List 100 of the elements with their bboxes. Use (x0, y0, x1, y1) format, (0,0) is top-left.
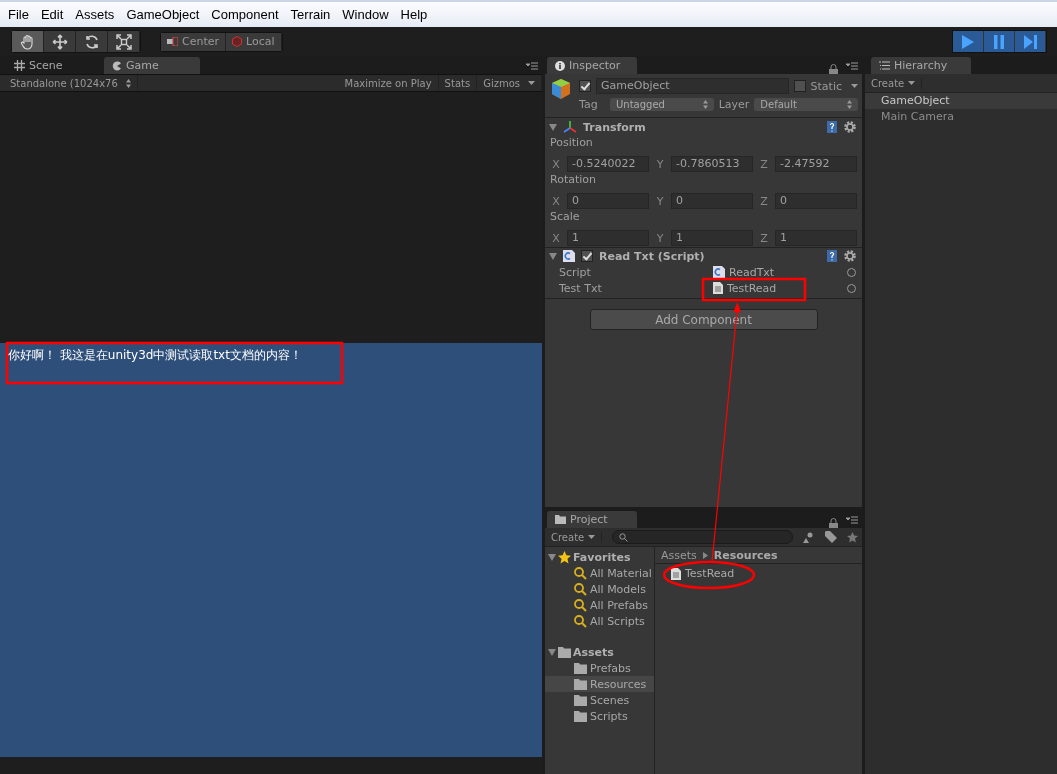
number-field[interactable]: 1 (671, 230, 753, 246)
breadcrumb-arrow-icon (702, 551, 708, 559)
breadcrumb-item[interactable]: Resources (713, 548, 778, 562)
settings-icon[interactable] (844, 121, 856, 133)
axis-label: X (551, 231, 561, 245)
tool-button[interactable] (44, 31, 76, 52)
panel-tab[interactable]: Inspector (547, 57, 637, 74)
filter-type-icon[interactable] (803, 531, 815, 543)
tree-heading[interactable]: Assets (573, 645, 614, 659)
settings-icon[interactable] (844, 250, 856, 262)
game-view-button[interactable]: Stats (438, 75, 478, 91)
static-checkbox[interactable] (793, 80, 806, 92)
create-dropdown[interactable]: Create (551, 531, 603, 543)
playback-button[interactable] (984, 31, 1015, 52)
axes-icon (563, 120, 577, 134)
lock-icon[interactable] (829, 64, 838, 74)
folder-row[interactable]: Prefabs (545, 660, 654, 676)
folder-row[interactable]: Scripts (545, 708, 654, 724)
panel-tab[interactable]: Hierarchy (871, 57, 971, 74)
number-field[interactable]: 0 (775, 193, 857, 209)
panel-tab[interactable]: Project (547, 511, 637, 528)
menu-icon[interactable] (846, 516, 858, 524)
lock-icon[interactable] (829, 518, 838, 528)
menu-item[interactable]: GameObject (120, 7, 206, 22)
tab-label: Scene (29, 59, 63, 72)
playback-button[interactable] (953, 31, 984, 52)
number-field[interactable]: -0.5240022 (567, 156, 649, 172)
layer-dropdown[interactable]: Default (754, 97, 858, 111)
enabled-checkbox[interactable] (581, 250, 593, 262)
menu-item[interactable]: Terrain (284, 7, 337, 22)
tree-heading[interactable]: Favorites (573, 550, 631, 564)
number-field[interactable]: -0.7860513 (671, 156, 753, 172)
game-view-button[interactable]: Gizmos (477, 75, 542, 91)
tree-item[interactable]: All Material (590, 566, 652, 580)
playback-button[interactable] (1015, 31, 1046, 52)
tag-dropdown[interactable]: Untagged (610, 97, 714, 111)
property-label: Position (549, 136, 594, 151)
axis-label: Z (759, 231, 769, 245)
object-field[interactable]: TestRead (727, 281, 843, 295)
object-field[interactable]: ReadTxt (729, 265, 843, 279)
script-icon (563, 250, 575, 262)
updown-arrows-icon (125, 78, 131, 88)
tree-item[interactable]: All Prefabs (590, 598, 648, 612)
game-view-button[interactable]: Maximize on Play (338, 75, 439, 91)
component-title: Read Txt (Script) (599, 249, 705, 263)
number-field[interactable]: 1 (567, 230, 649, 246)
axis-label: Y (655, 231, 665, 245)
search-field[interactable] (612, 530, 793, 544)
menu-item[interactable]: Assets (69, 7, 121, 22)
panel-tab[interactable]: Scene (6, 57, 102, 74)
menu-icon[interactable] (846, 62, 858, 70)
text-file-icon (713, 282, 723, 294)
create-dropdown[interactable]: Create (871, 77, 923, 89)
resolution-dropdown[interactable]: Standalone (1024x76 (0, 75, 138, 91)
menu-item[interactable]: Edit (34, 7, 70, 22)
number-field[interactable]: 1 (775, 230, 857, 246)
tag-icon[interactable] (825, 531, 837, 543)
folder-icon (558, 646, 571, 658)
object-name-field[interactable]: GameObject (596, 78, 789, 94)
pivot-button[interactable]: Center (161, 32, 227, 51)
menu-item[interactable]: Component (205, 7, 285, 22)
caret-icon (908, 81, 916, 85)
breadcrumb-item[interactable]: Assets (661, 548, 697, 562)
number-field[interactable]: 0 (671, 193, 753, 209)
folder-label: Prefabs (590, 661, 631, 675)
hand-icon (19, 33, 36, 50)
panel-tab[interactable]: Game (104, 57, 200, 74)
foldout-arrow[interactable] (549, 123, 557, 131)
tab-label: Hierarchy (894, 59, 948, 72)
folder-icon (574, 662, 587, 674)
number-field[interactable]: -2.47592 (775, 156, 857, 172)
menu-icon[interactable] (526, 62, 538, 70)
info-icon (555, 60, 565, 71)
hierarchy-item[interactable]: Main Camera (865, 109, 1057, 125)
tree-item[interactable]: All Models (590, 582, 646, 596)
hierarchy-item[interactable]: GameObject (865, 93, 1057, 109)
asset-item[interactable]: TestRead (685, 567, 735, 580)
star-icon[interactable] (847, 531, 858, 543)
menu-item[interactable]: Help (394, 7, 434, 22)
folder-row[interactable]: Resources (545, 676, 654, 692)
tool-button[interactable] (108, 31, 140, 52)
grid-icon (14, 60, 25, 71)
help-book-icon[interactable] (826, 121, 838, 133)
folder-row[interactable]: Scenes (545, 692, 654, 708)
step-icon (1023, 34, 1037, 49)
menu-item[interactable]: Window (336, 7, 395, 22)
folder-label: Scenes (590, 693, 630, 707)
search-icon (574, 598, 587, 612)
tool-button[interactable] (12, 31, 44, 52)
help-book-icon[interactable] (826, 250, 838, 262)
pivot-button[interactable]: Local (226, 32, 282, 51)
menu-item[interactable]: File (2, 7, 35, 22)
scale-icon (115, 33, 132, 50)
tool-button[interactable] (76, 31, 108, 52)
active-checkbox[interactable] (579, 80, 591, 92)
search-icon (574, 582, 587, 596)
number-field[interactable]: 0 (567, 193, 649, 209)
cube-icon (549, 77, 573, 101)
rotate-icon (83, 33, 100, 50)
tree-item[interactable]: All Scripts (590, 614, 645, 628)
